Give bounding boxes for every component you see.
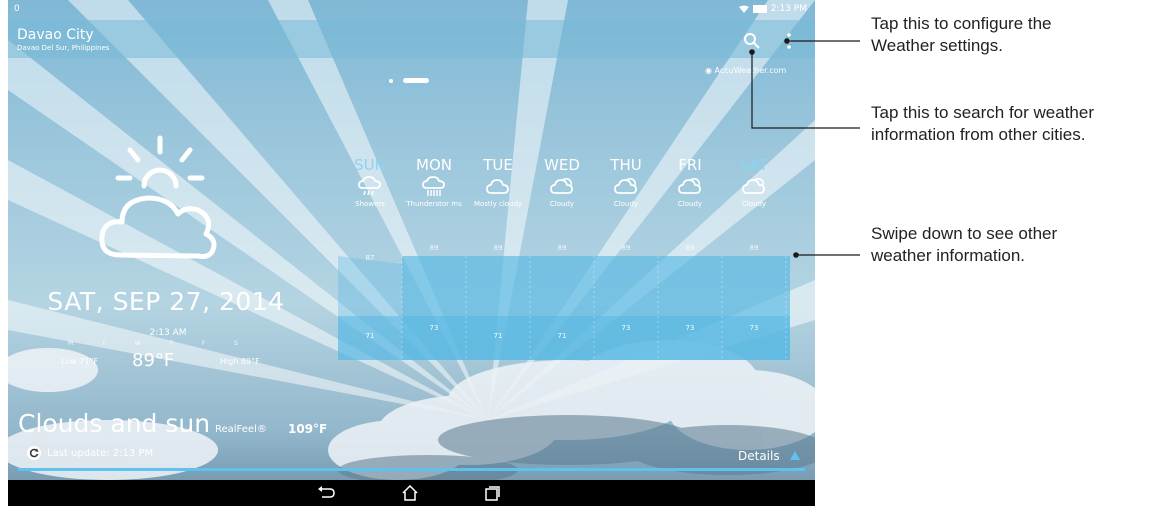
app-header: [8, 20, 815, 58]
forecast-day[interactable]: THU Cloudy: [594, 153, 658, 208]
settings-callout-line-2: Weather settings.: [871, 36, 1003, 55]
current-temperature: 89°F: [132, 350, 175, 371]
showers-icon: [358, 176, 381, 196]
current-condition: Clouds and sun: [18, 409, 211, 438]
forecast-high: 87: [365, 254, 375, 262]
cloudy-icon: [550, 177, 573, 194]
partly-cloudy-icon: [99, 135, 217, 259]
forecast-panel[interactable]: SUN Showers MON Thunderstor ms TUE Mostly clo…: [338, 153, 790, 360]
forecast-low: 73: [429, 324, 439, 332]
page-indicator-dot[interactable]: [389, 79, 393, 83]
city-region: Davao Del Sur, Philippines: [17, 44, 110, 52]
forecast-high: 89: [557, 244, 567, 252]
forecast-day-name: TUE: [483, 156, 513, 174]
forecast-days: SUN Showers MON Thunderstor ms TUE Mostly clo…: [338, 153, 790, 253]
refresh-icon[interactable]: [27, 446, 41, 460]
forecast-low: 71: [557, 332, 567, 340]
week-letter: T: [102, 340, 106, 347]
weather-app-screen[interactable]: 0 2:13 PM Davao City Davao Del Sur, Phil…: [8, 0, 815, 506]
week-letter: M: [68, 340, 74, 347]
more-vert-icon[interactable]: [784, 32, 794, 50]
forecast-day-name: MON: [416, 156, 452, 174]
forecast-day-name: FRI: [678, 156, 702, 174]
realfeel-label: RealFeel®: [215, 424, 267, 435]
forecast-condition: Cloudy: [549, 200, 575, 208]
week-letter: W: [134, 340, 141, 347]
forecast-condition: Showers: [355, 200, 385, 208]
city-name[interactable]: Davao City: [17, 27, 94, 43]
status-time: 2:13 PM: [770, 4, 807, 14]
update-progress-bar: [18, 468, 805, 471]
forecast-high: 89: [493, 244, 503, 252]
thunderstorm-icon: [422, 176, 445, 196]
current-time: 2:13 AM: [149, 328, 187, 338]
details-button[interactable]: Details: [738, 449, 780, 463]
forecast-day-name: SUN: [354, 156, 386, 174]
provider-logo-icon: ◉: [705, 66, 715, 75]
swipe-callout-line-2: weather information.: [871, 246, 1026, 265]
high-temperature: High 89°F: [220, 357, 260, 366]
forecast-day-name: SAT: [739, 156, 769, 174]
forecast-day[interactable]: MON Thunderstor ms: [402, 153, 466, 208]
update-progress-fill: [18, 468, 805, 471]
home-icon[interactable]: [400, 485, 420, 501]
cloudy-icon: [678, 177, 701, 194]
status-bar: 0 2:13 PM: [8, 0, 815, 20]
forecast-day[interactable]: TUE Mostly cloudy: [466, 153, 530, 208]
low-temperature: Low 71°F: [61, 357, 99, 366]
forecast-condition: Cloudy: [741, 200, 767, 208]
search-callout: Tap this to search for weather informati…: [871, 102, 1094, 146]
week-letter: F: [201, 340, 206, 347]
swipe-callout: Swipe down to see other weather informat…: [871, 223, 1057, 267]
cloudy-icon: [742, 177, 765, 194]
last-update: Last update: 2:13 PM: [47, 448, 154, 459]
forecast-condition: Thunderstor ms: [406, 200, 462, 208]
forecast-condition: Cloudy: [677, 200, 703, 208]
settings-callout: Tap this to configure the Weather settin…: [871, 13, 1052, 57]
forecast-high: 89: [429, 244, 439, 252]
forecast-day[interactable]: WED Cloudy: [530, 153, 594, 208]
forecast-day-name: WED: [544, 156, 580, 174]
forecast-low: 73: [685, 324, 695, 332]
recents-icon[interactable]: [482, 485, 502, 501]
forecast-condition: Cloudy: [613, 200, 639, 208]
realfeel-value: 109°F: [288, 422, 328, 436]
temperature-band[interactable]: [338, 256, 790, 360]
provider-logo[interactable]: ◉ AccuWeather.com: [705, 66, 786, 75]
forecast-low: 71: [493, 332, 503, 340]
navigation-bar: [8, 480, 815, 506]
forecast-condition: Mostly cloudy: [473, 200, 523, 208]
forecast-day[interactable]: SAT Cloudy: [722, 153, 786, 208]
cloud-icon: [486, 179, 509, 194]
current-date: SAT, SEP 27, 2014: [47, 287, 285, 316]
expand-up-icon[interactable]: [790, 451, 800, 460]
forecast-high: 89: [749, 244, 759, 252]
forecast-day[interactable]: FRI Cloudy: [658, 153, 722, 208]
search-callout-line-1: Tap this to search for weather: [871, 103, 1095, 122]
status-indicator: 0: [14, 4, 20, 14]
provider-name: AccuWeather.com: [714, 66, 787, 75]
week-letters: MTWTFS: [68, 340, 238, 347]
forecast-low: 73: [621, 324, 631, 332]
cloudy-icon: [614, 177, 637, 194]
search-icon[interactable]: [743, 32, 761, 50]
forecast-day-name: THU: [610, 156, 642, 174]
forecast-low: 73: [749, 324, 759, 332]
back-icon[interactable]: [316, 485, 336, 501]
swipe-callout-line-1: Swipe down to see other: [871, 224, 1058, 243]
settings-callout-line-1: Tap this to configure the: [871, 14, 1052, 33]
week-letter: S: [234, 340, 238, 347]
wifi-icon: [738, 5, 749, 13]
status-right: 2:13 PM: [738, 4, 807, 14]
battery-icon: [752, 5, 767, 13]
forecast-day[interactable]: SUN Showers: [338, 153, 402, 208]
search-callout-line-2: information from other cities.: [871, 125, 1086, 144]
forecast-high: 89: [621, 244, 631, 252]
week-letter: T: [169, 340, 173, 347]
forecast-high: 89: [685, 244, 695, 252]
forecast-low: 71: [365, 332, 375, 340]
page-indicator-active[interactable]: [403, 78, 429, 83]
